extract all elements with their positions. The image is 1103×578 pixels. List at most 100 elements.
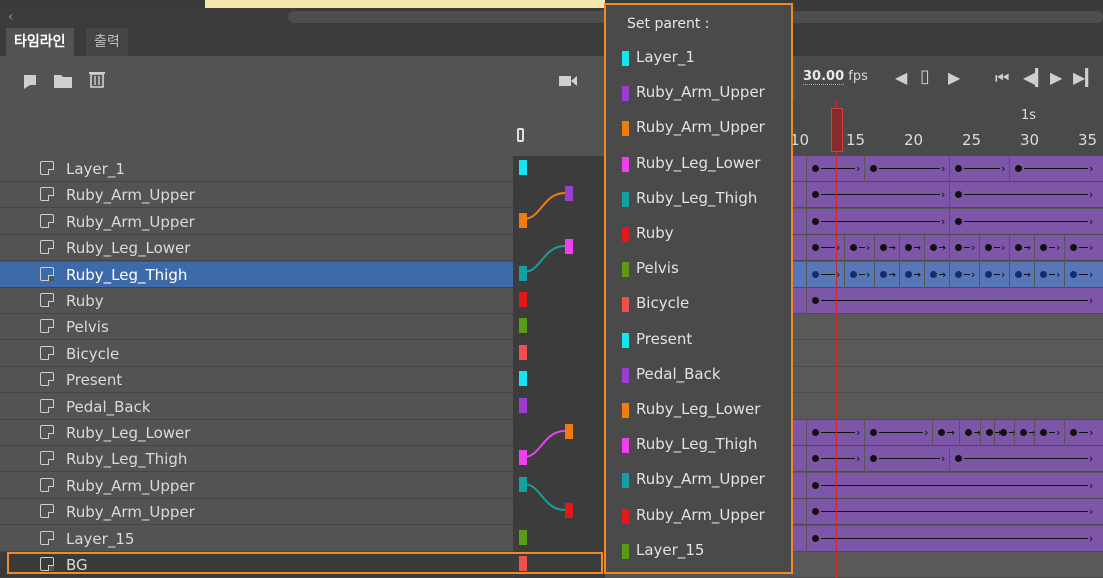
layer-row[interactable]: Layer_15 (0, 526, 513, 552)
popup-parent-option[interactable]: Present (606, 327, 791, 357)
layer-row[interactable]: Bicycle (0, 341, 513, 367)
layer-row[interactable]: Ruby_Arm_Upper (0, 499, 513, 526)
keyframe-dot[interactable] (850, 270, 857, 278)
layer-color-swatch[interactable] (519, 397, 527, 413)
layer-color-swatch[interactable] (519, 292, 527, 307)
layer-row[interactable]: Ruby_Arm_Upper (0, 473, 513, 499)
popup-parent-option[interactable]: Layer_1 (606, 45, 791, 75)
keyframe-dot[interactable] (812, 217, 819, 225)
popup-parent-option[interactable]: Pelvis (606, 256, 791, 286)
keyframe-dot[interactable] (850, 244, 857, 252)
keyframe-dot[interactable] (1015, 244, 1022, 252)
popup-parent-option[interactable]: Layer_15 (606, 538, 791, 568)
keyframe-dot[interactable] (870, 429, 877, 436)
keyframe-dot[interactable] (1070, 270, 1077, 278)
layer-color-swatch[interactable] (519, 265, 527, 281)
keyframe-dot[interactable] (965, 429, 972, 436)
keyframe-dot[interactable] (812, 481, 819, 489)
popup-parent-option[interactable]: Pedal_Back (606, 362, 791, 392)
keyframe-dot[interactable] (812, 191, 819, 199)
layer-color-swatch[interactable] (519, 529, 527, 545)
popup-parent-option[interactable]: Ruby_Arm_Upper (606, 80, 791, 110)
popup-parent-option[interactable]: Ruby_Arm_Upper (606, 503, 791, 533)
layer-color-swatch[interactable] (565, 424, 573, 439)
keyframe-dot[interactable] (1015, 165, 1022, 172)
keyframe-dot[interactable] (812, 508, 819, 516)
keyframe-dot[interactable] (812, 297, 819, 304)
keyframe-dot[interactable] (1015, 270, 1022, 278)
layer-row[interactable]: Pelvis (0, 314, 513, 341)
keyframe-dot[interactable] (812, 534, 819, 542)
keyframe-dot[interactable] (812, 455, 819, 463)
popup-parent-option[interactable]: Ruby_Leg_Thigh (606, 186, 791, 216)
tab-output[interactable]: 출력 (86, 28, 128, 56)
keyframe-dot[interactable] (1040, 244, 1047, 252)
keyframe-dot[interactable] (870, 165, 877, 172)
keyframe-dot[interactable] (938, 429, 945, 436)
layer-row[interactable]: Ruby_Arm_Upper (0, 182, 513, 209)
loop-icon[interactable]: ▯ (920, 66, 930, 87)
folder-icon[interactable] (53, 72, 73, 90)
popup-parent-option[interactable]: Ruby_Leg_Lower (606, 397, 791, 427)
layer-color-swatch[interactable] (519, 344, 527, 360)
keyframe-dot[interactable] (985, 270, 992, 278)
keyframe-dot[interactable] (955, 270, 962, 278)
layer-color-swatch[interactable] (519, 371, 527, 387)
keyframe-dot[interactable] (985, 244, 992, 252)
layer-color-swatch[interactable] (519, 212, 527, 228)
keyframe-dot[interactable] (905, 270, 912, 278)
keyframe-dot[interactable] (930, 244, 937, 252)
keyframe-dot[interactable] (1000, 429, 1007, 436)
keyframe-dot[interactable] (812, 429, 819, 436)
keyframe-dot[interactable] (1070, 429, 1077, 436)
new-layer-icon[interactable] (21, 72, 41, 90)
keyframe-dot[interactable] (955, 217, 962, 225)
keyframe-dot[interactable] (812, 244, 819, 252)
keyframe-dot[interactable] (955, 455, 962, 463)
keyframe-dot[interactable] (955, 244, 962, 252)
keyframe-dot[interactable] (1040, 429, 1047, 436)
layer-color-swatch[interactable] (519, 160, 527, 175)
popup-parent-option[interactable]: Ruby_Arm_Upper (606, 467, 791, 497)
popup-parent-option[interactable]: Bicycle (606, 291, 791, 321)
keyframe-dot[interactable] (930, 270, 937, 278)
keyframe-dot[interactable] (812, 165, 819, 172)
layer-row[interactable]: Ruby_Leg_Lower (0, 420, 513, 446)
layer-color-swatch[interactable] (565, 503, 573, 519)
keyframe-dot[interactable] (986, 429, 993, 436)
horizontal-scrollbar[interactable]: ‹ (0, 8, 1103, 26)
go-to-first-frame-icon[interactable]: ⏮ (995, 68, 1009, 88)
layer-row[interactable]: Ruby_Leg_Thigh (0, 446, 513, 473)
step-forward-icon[interactable]: ▶ (948, 68, 960, 87)
keyframe-dot[interactable] (880, 244, 887, 252)
popup-parent-option[interactable]: Ruby_Leg_Lower (606, 151, 791, 181)
layer-row[interactable]: Ruby (0, 288, 513, 314)
layer-color-swatch[interactable] (519, 450, 527, 466)
previous-frame-icon[interactable]: ◀▎ (1023, 68, 1048, 87)
keyframe-dot[interactable] (812, 270, 819, 278)
keyframe-dot[interactable] (955, 191, 962, 199)
play-icon[interactable]: ▶ (1050, 68, 1062, 87)
layer-row[interactable]: Present (0, 367, 513, 394)
trash-icon[interactable] (87, 70, 107, 88)
fps-value[interactable]: 30.00 (803, 69, 845, 85)
keyframe-dot[interactable] (955, 165, 962, 172)
keyframe-dot[interactable] (1070, 244, 1077, 252)
keyframe-dot[interactable] (1040, 270, 1047, 278)
popup-parent-option[interactable]: Ruby (606, 221, 791, 251)
scroll-left-icon[interactable]: ‹ (8, 8, 14, 26)
playhead-marker[interactable] (831, 108, 843, 152)
popup-parent-option[interactable]: Ruby_Leg_Thigh (606, 432, 791, 462)
layer-color-swatch[interactable] (519, 476, 527, 492)
layer-row[interactable]: Layer_1 (0, 156, 513, 182)
keyframe-dot[interactable] (1020, 429, 1027, 436)
layer-row[interactable]: Ruby_Leg_Thigh (0, 261, 513, 288)
tab-timeline[interactable]: 타임라인 (6, 28, 74, 56)
layer-row[interactable]: Ruby_Arm_Upper (0, 209, 513, 235)
camera-icon[interactable] (558, 72, 578, 90)
fps-display[interactable]: 30.00 fps (803, 69, 868, 85)
step-back-icon[interactable]: ◀ (895, 68, 907, 87)
keyframe-dot[interactable] (870, 455, 877, 463)
layer-row[interactable]: Pedal_Back (0, 394, 513, 420)
layer-color-swatch[interactable] (519, 318, 527, 334)
